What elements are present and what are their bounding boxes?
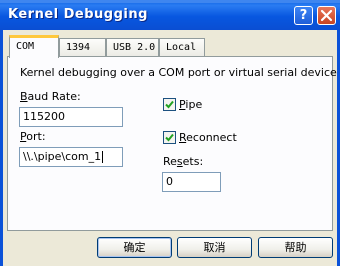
- title-bar[interactable]: Kernel Debugging ?: [0, 0, 340, 30]
- tab-com-label: COM: [16, 41, 35, 52]
- tab-1394[interactable]: 1394: [59, 38, 106, 56]
- resets-label: Resets:: [163, 155, 204, 168]
- close-icon: [320, 9, 333, 22]
- title-bar-highlight: [0, 0, 340, 3]
- window-frame-left: [0, 30, 3, 266]
- help-button[interactable]: ?: [294, 6, 313, 25]
- pipe-checkbox[interactable]: [163, 98, 176, 111]
- tab-local-label: Local: [166, 42, 197, 53]
- port-input[interactable]: \\.\pipe\com_1: [19, 147, 123, 167]
- reconnect-checkbox[interactable]: [163, 131, 176, 144]
- check-icon: [165, 100, 174, 109]
- help-dialog-button[interactable]: 帮助: [258, 237, 333, 258]
- baud-rate-label: Baud Rate:: [20, 90, 81, 103]
- window-title: Kernel Debugging: [8, 7, 148, 22]
- tab-usb[interactable]: USB 2.0: [106, 38, 159, 56]
- baud-rate-input[interactable]: 115200: [19, 107, 123, 127]
- cancel-button[interactable]: 取消: [177, 237, 252, 258]
- tab-usb-label: USB 2.0: [113, 42, 156, 53]
- tab-com[interactable]: COM: [9, 35, 59, 58]
- close-button[interactable]: [317, 6, 336, 25]
- tab-local[interactable]: Local: [159, 38, 205, 56]
- tab-1394-label: 1394: [66, 42, 91, 53]
- port-label: Port:: [20, 130, 46, 143]
- text-caret: [102, 151, 104, 163]
- resets-input[interactable]: 0: [162, 172, 221, 192]
- check-icon: [165, 133, 174, 142]
- pipe-label[interactable]: Pipe: [179, 98, 202, 111]
- ok-button[interactable]: 确定: [97, 237, 172, 258]
- com-tab-panel: Kernel debugging over a COM port or virt…: [7, 56, 337, 231]
- reconnect-label[interactable]: Reconnect: [179, 131, 237, 144]
- description-text: Kernel debugging over a COM port or virt…: [20, 66, 337, 79]
- help-icon: ?: [299, 8, 308, 23]
